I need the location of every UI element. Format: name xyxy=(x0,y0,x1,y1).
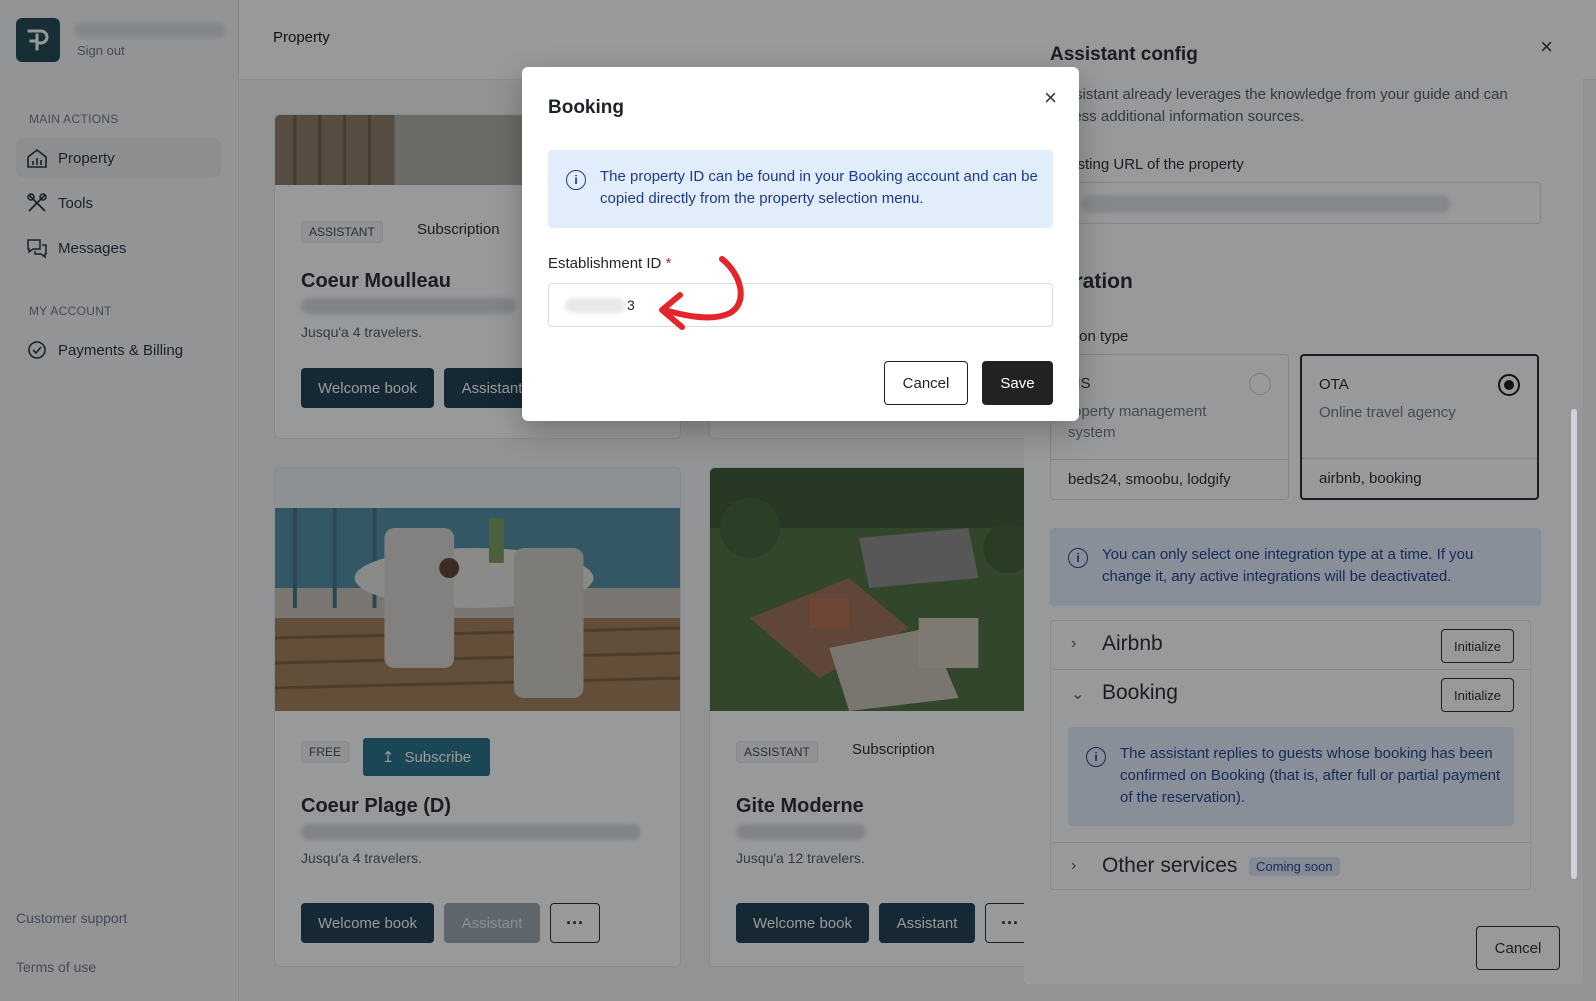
modal-title: Booking xyxy=(548,97,624,118)
id-redacted xyxy=(565,298,625,313)
annotation-arrow-icon xyxy=(659,256,744,330)
booking-modal: Booking × i The property ID can be found… xyxy=(522,67,1079,421)
establishment-id-value: 3 xyxy=(627,297,635,313)
alert-text: The property ID can be found in your Boo… xyxy=(600,168,1038,207)
info-icon: i xyxy=(566,170,586,190)
establishment-id-input[interactable]: 3 xyxy=(548,283,1053,327)
drawer-dim xyxy=(1024,14,1583,984)
modal-cancel-button[interactable]: Cancel xyxy=(884,361,968,405)
modal-save-button[interactable]: Save xyxy=(982,361,1053,405)
field-label-text: Establishment ID xyxy=(548,255,662,272)
close-icon[interactable]: × xyxy=(1044,85,1057,111)
booking-id-info-alert: i The property ID can be found in your B… xyxy=(548,150,1053,228)
drawer-scrollbar[interactable] xyxy=(1571,409,1577,879)
